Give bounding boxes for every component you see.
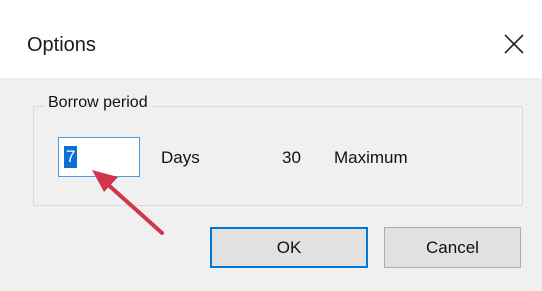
dialog-title: Options bbox=[27, 34, 96, 56]
close-icon bbox=[504, 34, 524, 54]
ok-button[interactable]: OK bbox=[210, 227, 368, 268]
maximum-days-value: 30 bbox=[282, 148, 301, 167]
title-bar[interactable]: Options bbox=[0, 0, 542, 78]
borrow-days-input[interactable]: 7 bbox=[58, 137, 140, 177]
close-button[interactable] bbox=[492, 22, 536, 66]
days-label: Days bbox=[161, 148, 200, 167]
options-dialog: Options Borrow period 7 Days 30 Maximum … bbox=[0, 0, 542, 291]
cancel-button[interactable]: Cancel bbox=[384, 227, 521, 268]
maximum-label: Maximum bbox=[334, 148, 408, 167]
borrow-days-value[interactable]: 7 bbox=[64, 146, 78, 168]
borrow-period-label: Borrow period bbox=[44, 94, 152, 112]
